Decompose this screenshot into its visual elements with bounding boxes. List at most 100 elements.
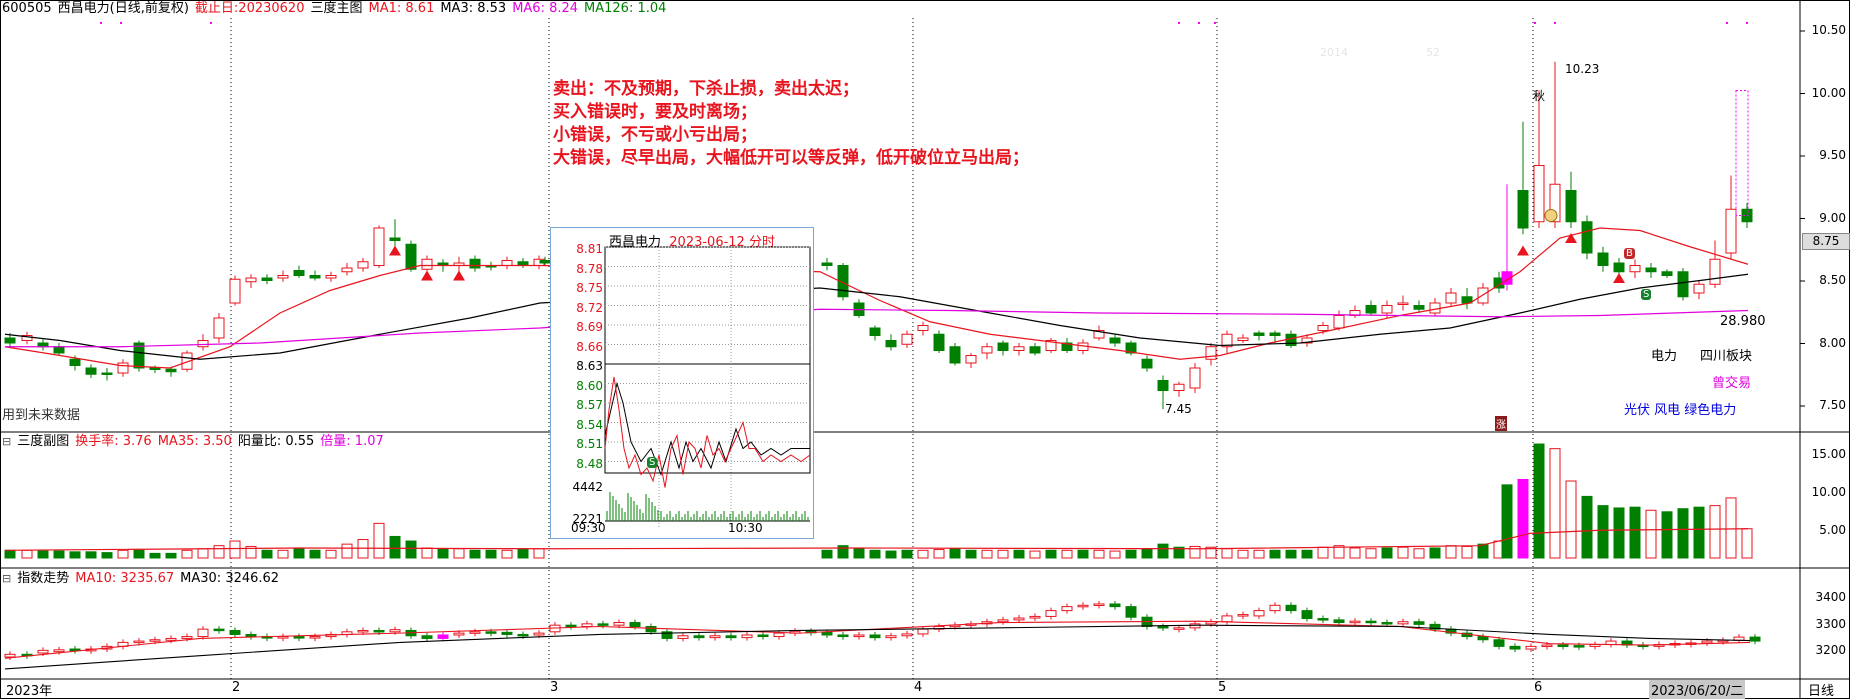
turnover-bar: [1013, 549, 1025, 559]
intraday-price-label: 8.57: [576, 398, 603, 412]
turnover-bar: [1741, 528, 1753, 559]
turnover-bar: [1693, 506, 1705, 559]
index-candle-body: [645, 626, 657, 633]
gold-coin-icon: [1544, 209, 1558, 222]
candle-body: [1533, 165, 1545, 223]
axis-tick-label: 3200: [1815, 643, 1846, 657]
candle-body: [325, 275, 337, 279]
intraday-price-label: 8.66: [576, 339, 603, 354]
candle-body: [149, 367, 161, 370]
axis-tick-label: 9.50: [1819, 148, 1846, 162]
faint-label-2014: 2014: [1320, 46, 1348, 59]
index-candle-body: [677, 635, 689, 639]
sell-signal-triangle: [1613, 273, 1625, 283]
note-line: 买入错误时，要及时离场；: [553, 102, 757, 122]
stock-code: 600505: [2, 1, 52, 16]
candle-body: [1581, 221, 1593, 254]
index-candle-body: [357, 629, 369, 633]
turnover-bar: [373, 522, 385, 559]
period-label[interactable]: 日线: [1808, 680, 1834, 699]
turnover-bar: [1269, 549, 1281, 559]
index-candle-body: [1557, 644, 1569, 648]
index-candle-body: [133, 640, 145, 644]
candle-body: [1693, 283, 1705, 294]
candle-body: [293, 270, 305, 276]
low-price-label: 7.45: [1165, 402, 1192, 416]
turnover-bar: [1221, 548, 1233, 559]
current-price-tag: 8.75: [1802, 233, 1850, 250]
turnover-bar: [1029, 550, 1041, 559]
turnover-bar: [229, 540, 241, 559]
sector-power[interactable]: 电力: [1651, 345, 1677, 364]
turnover-bar: [933, 549, 945, 559]
intraday-price-line: [604, 376, 811, 488]
index-candle-body: [1301, 610, 1313, 620]
index-candle-body: [869, 634, 881, 639]
axis-tick-label: 10.50: [1811, 23, 1846, 37]
candle-body: [261, 277, 273, 281]
index-candle-body: [4, 653, 16, 658]
turnover-bar: [1109, 550, 1121, 559]
sub-indicator-name[interactable]: 三度副图: [17, 434, 69, 449]
turnover-bar: [901, 549, 913, 559]
candle-body: [1645, 267, 1657, 273]
turnover-bar: [421, 547, 433, 559]
candle-body: [469, 258, 481, 269]
candle-body: [1253, 332, 1265, 336]
candle-body: [1333, 315, 1345, 329]
date-axis-month: 6: [1534, 680, 1543, 695]
index-candle-body: [901, 633, 913, 637]
candle-body: [1109, 337, 1121, 344]
index-candle-body: [853, 634, 865, 638]
index-candle-body: [1509, 645, 1521, 650]
index-candle-body: [1541, 644, 1553, 648]
candle-body: [1517, 190, 1529, 229]
signal-dot: [1726, 22, 1728, 24]
turnover-bar: [853, 548, 865, 559]
candle-body: [1445, 292, 1457, 304]
index-candle-body: [533, 632, 545, 636]
turnover-bar: [293, 548, 305, 559]
turnover-bar: [1125, 549, 1137, 559]
note-line: 大错误，尽早出局，大幅低开可以等反弹，低开破位立马出局；: [553, 148, 1029, 168]
intraday-time-mid: 10:30: [728, 521, 763, 535]
candle-body: [1365, 305, 1377, 314]
intraday-price-label: 8.78: [576, 261, 603, 276]
date-axis-month: 2: [232, 680, 241, 695]
turnover-bar: [405, 540, 417, 559]
turnover-bar: [997, 549, 1009, 559]
index-candle-body: [581, 623, 593, 627]
turnover-bar: [4, 549, 16, 559]
collapse-icon[interactable]: ⊟: [2, 435, 11, 448]
candle-body: [1029, 346, 1041, 354]
index-candle-body: [389, 629, 401, 633]
index-candle-body: [709, 635, 721, 639]
intraday-price-label: 8.63: [576, 359, 603, 373]
axis-tick-label: 10.00: [1811, 85, 1846, 100]
candle-body: [1677, 271, 1689, 298]
index-candle-body: [149, 639, 161, 642]
candle-body: [165, 368, 177, 373]
turnover-bar: [1661, 511, 1673, 559]
index-candle-body: [1525, 645, 1537, 650]
main-chart-header: 600505 西昌电力(日线,前复权) 截止日:20230620 三度主图 MA1: 8…: [2, 1, 672, 17]
intraday-frame: [604, 246, 811, 474]
turnover-bar: [1709, 505, 1721, 559]
turnover-bar: [389, 535, 401, 559]
intraday-popup[interactable]: 西昌电力 2023-06-12 分时 8.81 8.78 8.75 8.72 8.69 8…: [550, 227, 814, 539]
intraday-price-label: 8.81: [576, 242, 603, 256]
candle-body: [117, 362, 129, 374]
main-indicator-name[interactable]: 三度主图: [310, 1, 362, 16]
turnover-bar: [101, 552, 113, 559]
index-chart-header: ⊟ 指数走势 MA10: 3235.67 MA30: 3246.62: [2, 571, 285, 587]
index-candle-body: [837, 634, 849, 638]
index-candle-body: [1317, 618, 1329, 621]
concept-tags[interactable]: 光伏 风电 绿色电力: [1624, 399, 1736, 418]
axis-tick-label: 5.00: [1819, 523, 1846, 537]
index-indicator-name[interactable]: 指数走势: [17, 571, 69, 586]
sector-sichuan[interactable]: 四川板块: [1700, 345, 1752, 364]
turnover-bar: [21, 549, 33, 559]
turnover-bar: [1157, 543, 1169, 559]
candle-body: [389, 237, 401, 241]
collapse-icon[interactable]: ⊟: [2, 572, 11, 585]
